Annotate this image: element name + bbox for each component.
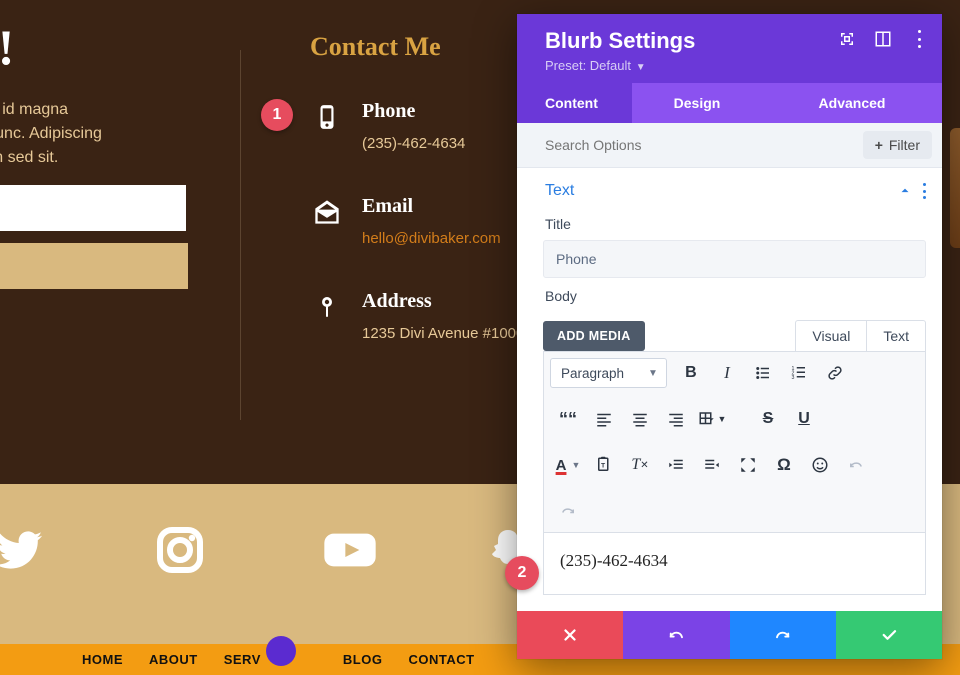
blockquote-icon[interactable]: ““ [550,404,586,434]
add-media-button[interactable]: ADD MEDIA [543,321,645,351]
preset-selector[interactable]: Preset: Default ▼ [545,58,924,73]
paragraph-format-select[interactable]: Paragraph▼ [550,358,667,388]
indent-icon[interactable] [694,450,730,480]
blurb-phone-value: (235)-462-4634 [362,135,465,152]
vertical-divider [240,50,241,420]
blurb-address[interactable]: Address 1235 Divi Avenue #1000 [310,290,524,342]
bullet-list-icon[interactable] [745,358,781,388]
save-button[interactable] [836,611,942,659]
blurb-email-title: Email [362,195,501,218]
instagram-icon[interactable] [150,520,210,580]
svg-text:T: T [601,462,606,469]
redo-button[interactable] [730,611,836,659]
blurb-email[interactable]: Email hello@divibaker.com [310,195,501,247]
toolbar-spacer [730,404,750,434]
section-menu-icon[interactable] [922,183,926,199]
undo-toolbar-icon[interactable] [838,450,874,480]
clear-formatting-icon[interactable]: T✕ [622,450,658,480]
title-input[interactable]: Phone [543,240,926,278]
chevron-up-icon[interactable] [898,184,912,198]
tab-advanced[interactable]: Advanced [762,83,942,123]
body-editor[interactable]: (235)-462-4634 [543,533,926,595]
underline-icon[interactable]: U [786,404,822,434]
modal-tabs: Content Design Advanced [517,83,942,123]
nav-about[interactable]: ABOUT [149,652,198,667]
outdent-icon[interactable] [658,450,694,480]
blurb-phone[interactable]: Phone (235)-462-4634 [310,100,465,152]
nav-home[interactable]: HOME [82,652,123,667]
modal-body: Text Title Phone Body ADD MEDIA Visual T… [517,168,942,611]
body-field-label: Body [517,278,942,312]
contact-heading: Contact Me [310,32,441,62]
form-submit-placeholder-box[interactable] [0,243,188,289]
align-center-icon[interactable] [622,404,658,434]
editor-tab-text[interactable]: Text [866,320,926,351]
modal-footer [517,611,942,659]
section-text-title: Text [545,182,574,200]
paste-text-icon[interactable]: T [586,450,622,480]
fullscreen-icon[interactable] [730,450,766,480]
nav-services[interactable]: SERV [224,652,261,667]
callout-marker-2: 2 [505,556,539,590]
form-input-placeholder-box[interactable] [0,185,186,231]
modal-menu-icon[interactable] [910,30,928,48]
link-icon[interactable] [817,358,853,388]
redo-toolbar-icon[interactable] [550,496,586,526]
undo-button[interactable] [623,611,729,659]
italic-icon[interactable]: I [709,358,745,388]
title-field-label: Title [517,206,942,240]
search-options-input[interactable] [545,137,863,153]
search-row: +Filter [517,123,942,168]
text-color-icon[interactable]: A▼ [550,450,586,480]
strikethrough-icon[interactable]: S [750,404,786,434]
editor-tab-visual[interactable]: Visual [795,320,866,351]
nav-contact[interactable]: CONTACT [408,652,474,667]
nav-active-indicator [266,636,296,666]
email-icon [310,195,344,229]
lorem-text: vitae id magna ng nunc. Adipiscing apien… [0,98,194,170]
expand-icon[interactable] [838,30,856,48]
nav-blog[interactable]: BLOG [343,652,383,667]
table-insert-icon[interactable]: ▼ [694,404,730,434]
callout-marker-1: 1 [261,99,293,131]
decorative-right-strip [950,128,960,248]
blurb-address-title: Address [362,290,524,313]
svg-text:3: 3 [791,375,794,381]
snap-columns-icon[interactable] [874,30,892,48]
align-right-icon[interactable] [658,404,694,434]
blurb-address-value: 1235 Divi Avenue #1000 [362,325,524,342]
align-left-icon[interactable] [586,404,622,434]
big-heading: uch! [0,18,14,76]
blurb-phone-title: Phone [362,100,465,123]
map-pin-icon [310,290,344,324]
phone-icon [310,100,344,134]
blurb-email-value[interactable]: hello@divibaker.com [362,230,501,247]
filter-button[interactable]: +Filter [863,131,932,159]
youtube-icon[interactable] [320,520,380,580]
tab-content[interactable]: Content [517,83,632,123]
twitter-icon[interactable] [0,520,50,580]
modal-header: Blurb Settings Preset: Default ▼ [517,14,942,83]
special-char-icon[interactable]: Ω [766,450,802,480]
bold-icon[interactable]: B [673,358,709,388]
editor-toolbar: Paragraph▼ B I 123 ““ ▼ S U A▼ T T✕ [543,351,926,533]
numbered-list-icon[interactable]: 123 [781,358,817,388]
cancel-button[interactable] [517,611,623,659]
tab-design[interactable]: Design [632,83,762,123]
section-text-header[interactable]: Text [517,168,942,206]
blurb-settings-modal: Blurb Settings Preset: Default ▼ Content… [517,14,942,659]
emoji-icon[interactable] [802,450,838,480]
